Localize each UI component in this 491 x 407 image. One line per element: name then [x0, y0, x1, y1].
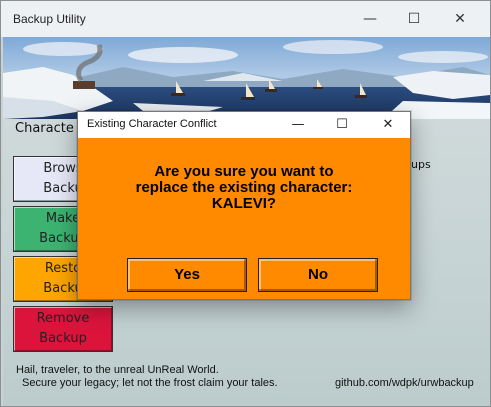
- footer-motto: Hail, traveler, to the unreal UnReal Wor…: [16, 364, 278, 390]
- no-button[interactable]: No: [258, 258, 378, 292]
- close-button[interactable]: ✕: [445, 7, 475, 31]
- arctic-sea-illustration: [3, 37, 490, 119]
- character-section-label: Characte: [15, 121, 74, 136]
- minimize-button[interactable]: —: [355, 7, 385, 31]
- main-window: Backup Utility — ☐ ✕ Characte ups Brows …: [0, 0, 491, 407]
- github-link[interactable]: github.com/wdpk/urwbackup: [335, 377, 474, 389]
- backups-section-label: ups: [411, 158, 431, 171]
- footer-motto-line1: Hail, traveler, to the unreal UnReal Wor…: [16, 364, 219, 376]
- dialog-message-line1: Are you sure you want to: [154, 163, 334, 180]
- remove-backup-line2: Backup: [39, 331, 87, 346]
- dialog-title: Existing Character Conflict: [87, 118, 217, 130]
- dialog-message-line3: KALEVI?: [211, 195, 277, 212]
- footer-motto-line2: Secure your legacy; let not the frost cl…: [22, 377, 278, 389]
- remove-backup-line1: Remove: [36, 311, 90, 326]
- title-bar[interactable]: Backup Utility — ☐ ✕: [1, 1, 490, 37]
- dialog-message-line2: replace the existing character:: [135, 179, 353, 196]
- dialog-close-button[interactable]: ✕: [374, 113, 402, 137]
- maximize-button[interactable]: ☐: [399, 7, 429, 31]
- window-title: Backup Utility: [13, 12, 86, 26]
- existing-character-conflict-dialog: Existing Character Conflict — ☐ ✕ Are yo…: [77, 111, 411, 300]
- header-banner-image: [3, 37, 490, 119]
- dialog-title-bar[interactable]: Existing Character Conflict — ☐ ✕: [78, 112, 410, 138]
- yes-button[interactable]: Yes: [127, 258, 247, 292]
- dialog-minimize-button[interactable]: —: [284, 113, 312, 137]
- dialog-message: Are you sure you want to replace the exi…: [78, 164, 410, 212]
- remove-backup-button[interactable]: Remove Backup: [13, 306, 113, 352]
- dialog-maximize-button[interactable]: ☐: [328, 113, 356, 137]
